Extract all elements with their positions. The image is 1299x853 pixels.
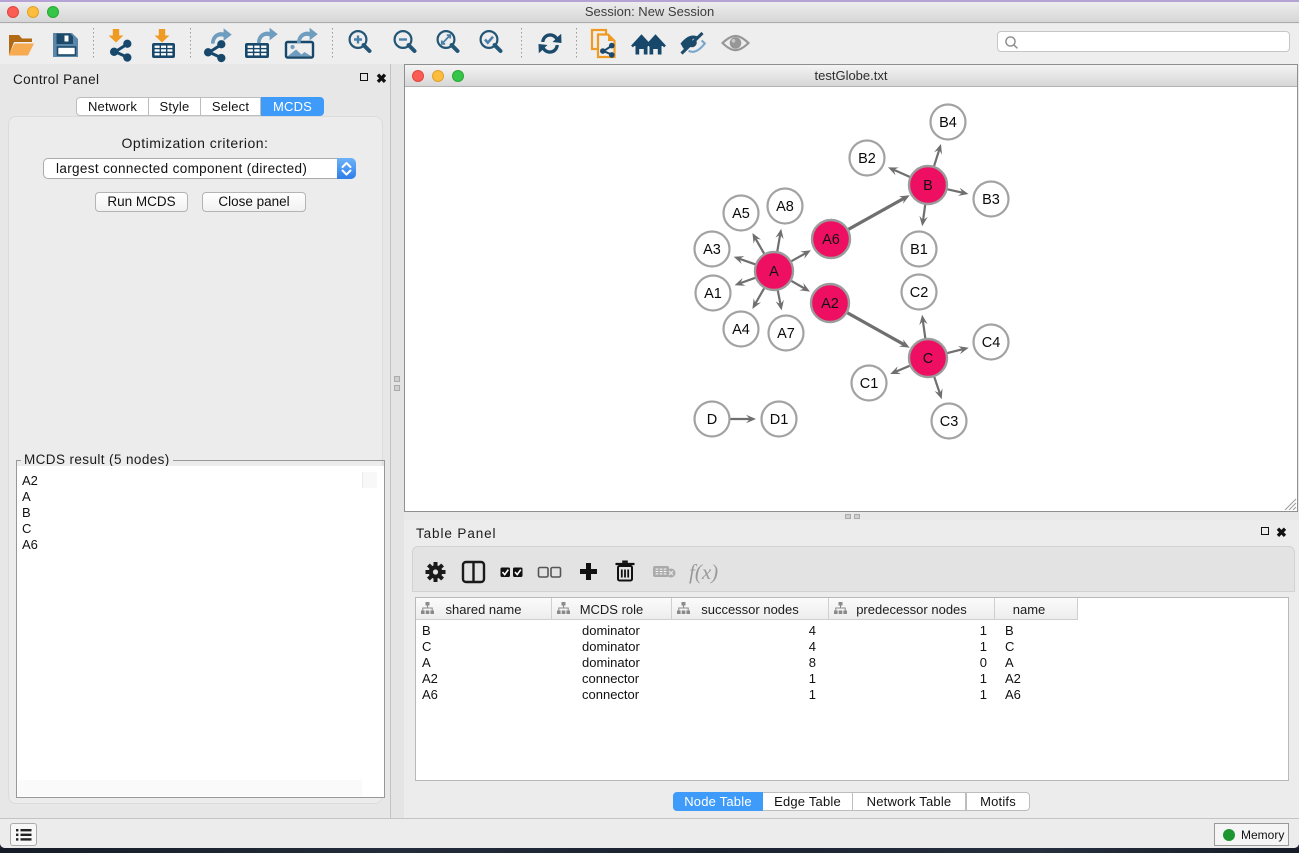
svg-text:A5: A5 [732,206,750,222]
svg-text:B4: B4 [939,115,957,131]
svg-text:A8: A8 [776,199,794,215]
svg-text:A2: A2 [821,296,839,312]
svg-text:C2: C2 [910,285,929,301]
svg-text:A6: A6 [822,232,840,248]
svg-text:A7: A7 [777,326,795,342]
svg-text:f(x): f(x) [689,560,718,584]
svg-text:B3: B3 [982,192,1000,208]
svg-text:C1: C1 [860,376,879,392]
svg-text:B1: B1 [910,242,928,258]
svg-text:C4: C4 [982,335,1001,351]
svg-text:A1: A1 [704,286,722,302]
svg-text:A4: A4 [732,322,750,338]
svg-text:D1: D1 [770,412,789,428]
svg-text:A3: A3 [703,242,721,258]
svg-text:D: D [707,412,717,428]
svg-text:A: A [769,264,779,280]
svg-text:B: B [923,178,933,194]
svg-text:B2: B2 [858,151,876,167]
svg-text:C: C [923,351,933,367]
svg-text:C3: C3 [940,414,959,430]
